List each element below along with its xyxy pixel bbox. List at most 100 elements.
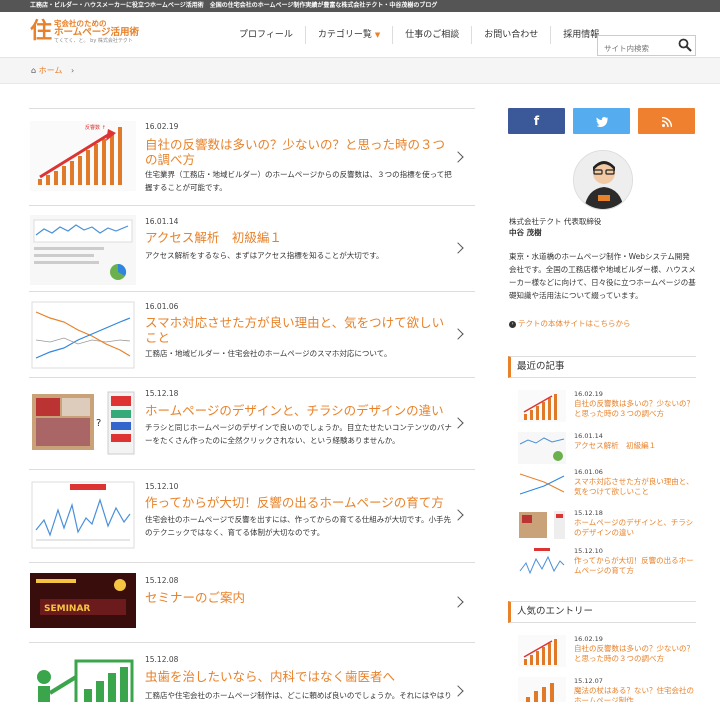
nav-categories[interactable]: カテゴリー覧 ▼ — [304, 26, 392, 44]
arrow-right-icon: › — [509, 320, 516, 328]
sidebar: f t rss 株式会社テクト 代表取締役 中谷 茂樹 東京・水道橋のホームペー… — [508, 108, 696, 702]
home-icon: ⌂ — [31, 66, 37, 75]
logo-mark: 住 — [30, 19, 53, 45]
chevron-down-icon: ▼ — [374, 31, 381, 39]
recent-post-item[interactable]: 16.01.14 アクセス解析 初級編１ — [518, 432, 696, 466]
breadcrumb-separator: › — [70, 66, 75, 75]
post-date: 16.01.06 — [145, 302, 179, 311]
recent-post-title[interactable]: 自社の反響数は多いの？少ないの？と思った時の３つの調べ方 — [574, 399, 694, 419]
twitter-button[interactable]: t — [573, 108, 630, 134]
recent-post-thumbnail — [518, 468, 566, 500]
recent-post-title[interactable]: 作ってからが大切！反響の出るホームページの育て方 — [574, 556, 694, 576]
recent-post-date: 16.01.14 — [574, 432, 603, 440]
svg-text:SEMINAR: SEMINAR — [44, 604, 90, 614]
post-thumbnail — [30, 653, 136, 702]
svg-text:?: ? — [96, 418, 101, 429]
recent-post-item[interactable]: 16.02.19 自社の反響数は多いの？少ないの？と思った時の３つの調べ方 — [518, 390, 696, 424]
post-excerpt: 住宅会社のホームページで反響を出すには、作ってからの育てる仕組みが大切です。小手… — [145, 515, 451, 537]
recent-post-date: 16.01.06 — [574, 468, 603, 476]
recent-post-item[interactable]: 16.01.06 スマホ対応させた方が良い理由と、気をつけて欲しいこと — [518, 468, 696, 502]
post-excerpt: 工務店・地域ビルダー・住宅会社のホームページのスマホ対応について。 — [145, 349, 392, 358]
recent-post-thumbnail — [518, 547, 566, 579]
search-icon[interactable] — [678, 38, 692, 52]
avatar — [573, 150, 633, 210]
post-excerpt: 住宅業界（工務店・地域ビルダー）のホームページからの反響数は、３つの指標を使って… — [145, 170, 452, 192]
breadcrumb-home-link[interactable]: ホーム — [39, 66, 63, 75]
search-box — [597, 35, 696, 58]
recent-post-date: 15.12.10 — [574, 547, 603, 555]
post-excerpt: 工務店や住宅会社のホームページ制作は、どこに頼めば良いのでしょうか。それにはやは… — [145, 691, 452, 700]
post-date: 15.12.10 — [145, 482, 179, 491]
recent-post-date: 15.12.18 — [574, 509, 603, 517]
recent-post-title[interactable]: アクセス解析 初級編１ — [574, 441, 694, 451]
popular-post-item[interactable]: 16.02.19 自社の反響数は多いの？少ないの？と思った時の３つの調べ方 — [518, 635, 696, 669]
breadcrumb: ⌂ ホーム › — [0, 58, 720, 84]
profile-company: 株式会社テクト 代表取締役 — [509, 217, 602, 226]
post-thumbnail: SEMINAR — [30, 573, 136, 628]
recent-post-date: 16.02.19 — [574, 390, 603, 398]
popular-post-thumbnail — [518, 677, 566, 702]
site-logo[interactable]: 住 宅会社のための ホームページ活用術 てくてく、と。 by 株式会社テクト — [30, 19, 139, 45]
post-title[interactable]: セミナーのご案内 — [145, 590, 455, 605]
top-tagline-bar: 工務店・ビルダー・ハウスメーカーに役立つホームページ活用術 全国の住宅会社のホー… — [0, 0, 720, 12]
post-title[interactable]: 自社の反響数は多いの？少ないの？と思った時の３つの調べ方 — [145, 137, 455, 167]
company-site-link-label: テクトの本体サイトはこちらから — [518, 319, 631, 328]
main-nav: プロフィール カテゴリー覧 ▼ 仕事のご相談 お問い合わせ 採用情報 — [227, 12, 611, 58]
recent-post-thumbnail — [518, 509, 566, 541]
popular-posts-heading: 人気のエントリー — [508, 601, 696, 623]
nav-profile[interactable]: プロフィール — [227, 26, 305, 44]
post-date: 15.12.18 — [145, 389, 179, 398]
recent-post-item[interactable]: 15.12.10 作ってからが大切！反響の出るホームページの育て方 — [518, 547, 696, 581]
post-title[interactable]: ホームページのデザインと、チラシのデザインの違い — [145, 403, 455, 418]
post-thumbnail — [30, 215, 136, 285]
recent-post-title[interactable]: スマホ対応させた方が良い理由と、気をつけて欲しいこと — [574, 477, 694, 497]
post-excerpt: アクセス解析をするなら、まずはアクセス指標を知ることが大切です。 — [145, 251, 384, 260]
post-item[interactable]: 15.12.10 作ってからが大切！反響の出るホームページの育て方 住宅会社のホ… — [29, 470, 475, 563]
post-date: 16.01.14 — [145, 217, 179, 226]
post-title[interactable]: 作ってからが大切！反響の出るホームページの育て方 — [145, 495, 455, 510]
recent-post-thumbnail — [518, 432, 566, 464]
recent-posts-heading: 最近の記事 — [508, 356, 696, 378]
popular-post-title[interactable]: 魔法の杖はある？ない？住宅会社のホームページ制作 — [574, 686, 694, 702]
post-list: 反響数 ↑ 16.02.19 自社の反響数は多いの？少ないの？と思った時の３つの… — [29, 108, 475, 702]
post-item[interactable]: 16.01.14 アクセス解析 初級編１ アクセス解析をするなら、まずはアクセス… — [29, 206, 475, 292]
nav-contact[interactable]: お問い合わせ — [471, 26, 550, 44]
post-date: 16.02.19 — [145, 122, 179, 131]
facebook-icon: f — [533, 114, 540, 128]
nav-categories-label: カテゴリー覧 — [317, 30, 372, 40]
post-thumbnail — [30, 480, 136, 550]
recent-post-thumbnail — [518, 390, 566, 422]
logo-line-3: てくてく、と。 by 株式会社テクト — [54, 37, 133, 44]
profile-name: 中谷 茂樹 — [509, 228, 542, 237]
post-item[interactable]: SEMINAR 15.12.08 セミナーのご案内 — [29, 563, 475, 643]
post-date: 15.12.08 — [145, 655, 179, 664]
search-input[interactable] — [598, 39, 676, 58]
social-buttons: f t rss — [508, 108, 696, 134]
company-site-link[interactable]: › テクトの本体サイトはこちらから — [509, 318, 631, 329]
post-item[interactable]: 反響数 ↑ 16.02.19 自社の反響数は多いの？少ないの？と思った時の３つの… — [29, 109, 475, 206]
post-date: 15.12.08 — [145, 576, 179, 585]
post-title[interactable]: スマホ対応させた方が良い理由と、気をつけて欲しいこと — [145, 315, 455, 345]
post-item[interactable]: 16.01.06 スマホ対応させた方が良い理由と、気をつけて欲しいこと 工務店・… — [29, 292, 475, 378]
site-header: 住 宅会社のための ホームページ活用術 てくてく、と。 by 株式会社テクト プ… — [0, 12, 720, 58]
nav-consultation[interactable]: 仕事のご相談 — [392, 26, 471, 44]
popular-post-title[interactable]: 自社の反響数は多いの？少ないの？と思った時の３つの調べ方 — [574, 644, 694, 664]
post-thumbnail: 反響数 ↑ — [30, 121, 136, 191]
popular-post-date: 16.02.19 — [574, 635, 603, 643]
popular-post-thumbnail — [518, 635, 566, 667]
post-item[interactable]: 15.12.08 虫歯を治したいなら、内科ではなく歯医者へ 工務店や住宅会社のホ… — [29, 643, 475, 702]
facebook-button[interactable]: f — [508, 108, 565, 134]
post-thumbnail — [30, 300, 136, 370]
post-item[interactable]: ? 15.12.18 ホームページのデザインと、チラシのデザインの違い チラシと… — [29, 378, 475, 470]
popular-post-item[interactable]: 15.12.07 魔法の杖はある？ない？住宅会社のホームページ制作 — [518, 677, 696, 702]
rss-button[interactable]: rss — [638, 108, 695, 134]
recent-post-title[interactable]: ホームページのデザインと、チラシのデザインの違い — [574, 518, 694, 538]
post-title[interactable]: アクセス解析 初級編１ — [145, 230, 455, 245]
post-title[interactable]: 虫歯を治したいなら、内科ではなく歯医者へ — [145, 669, 455, 684]
profile-description: 東京・水道橋のホームページ制作・Webシステム開発会社です。全国の工務店様や地域… — [509, 252, 696, 300]
svg-text:反響数 ↑: 反響数 ↑ — [85, 124, 106, 131]
post-excerpt: チラシと同じホームページのデザインで良いのでしょうか。目立たせたいコンテンツのバ… — [145, 423, 452, 445]
popular-post-date: 15.12.07 — [574, 677, 603, 685]
recent-post-item[interactable]: 15.12.18 ホームページのデザインと、チラシのデザインの違い — [518, 509, 696, 543]
post-thumbnail: ? — [30, 388, 136, 458]
